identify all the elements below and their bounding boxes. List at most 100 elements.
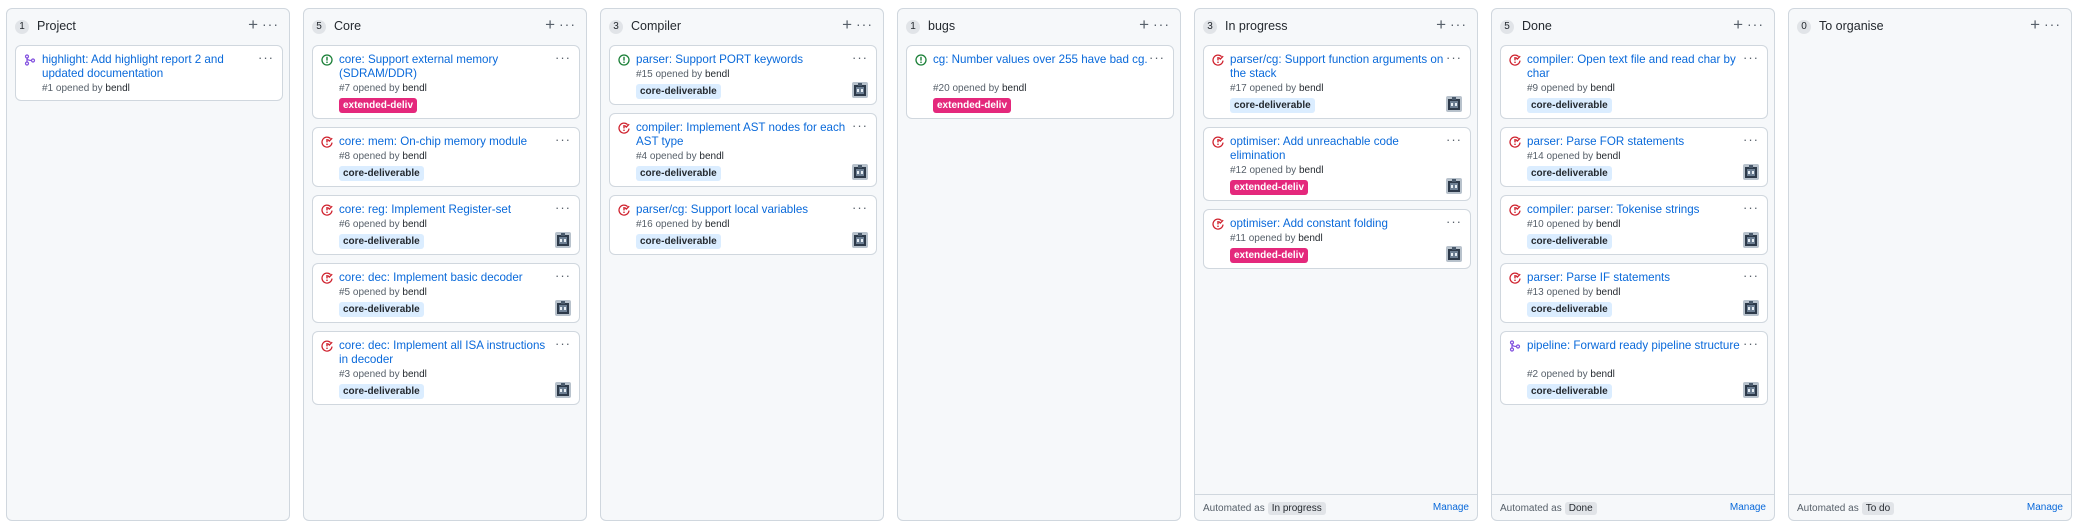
card-menu-icon[interactable]: ···: [555, 132, 571, 147]
assignee-avatar[interactable]: [1743, 164, 1759, 180]
issue-author[interactable]: bendl: [1299, 165, 1323, 176]
assignee-avatar[interactable]: [555, 232, 571, 248]
issue-title-link[interactable]: compiler: parser: Tokenise strings: [1527, 203, 1745, 217]
manage-automation-link[interactable]: Manage: [2027, 502, 2063, 513]
issue-card[interactable]: compiler: parser: Tokenise strings ··· #10…: [1500, 195, 1768, 255]
card-menu-icon[interactable]: ···: [1446, 132, 1462, 147]
label-core-deliverable[interactable]: core-deliverable: [1527, 98, 1612, 113]
label-core-deliverable[interactable]: core-deliverable: [1527, 302, 1612, 317]
add-card-icon[interactable]: +: [1436, 15, 1446, 35]
assignee-avatar[interactable]: [555, 382, 571, 398]
label-core-deliverable[interactable]: core-deliverable: [339, 384, 424, 399]
issue-card[interactable]: core: Support external memory (SDRAM/DDR…: [312, 45, 580, 119]
add-card-icon[interactable]: +: [248, 15, 258, 35]
card-menu-icon[interactable]: ···: [555, 336, 571, 351]
issue-author[interactable]: bendl: [1298, 233, 1322, 244]
issue-author[interactable]: bendl: [402, 369, 426, 380]
issue-card[interactable]: parser: Support PORT keywords ··· #15 open…: [609, 45, 877, 105]
label-core-deliverable[interactable]: core-deliverable: [1527, 234, 1612, 249]
card-menu-icon[interactable]: ···: [555, 268, 571, 283]
issue-card[interactable]: cg: Number values over 255 have bad cg. ·…: [906, 45, 1174, 119]
issue-title-link[interactable]: parser/cg: Support local variables: [636, 203, 854, 217]
issue-author[interactable]: bendl: [705, 69, 729, 80]
issue-card[interactable]: core: dec: Implement basic decoder ··· #5 …: [312, 263, 580, 323]
manage-automation-link[interactable]: Manage: [1433, 502, 1469, 513]
add-card-icon[interactable]: +: [1733, 15, 1743, 35]
issue-author[interactable]: bendl: [105, 83, 129, 94]
issue-title-link[interactable]: parser: Parse FOR statements: [1527, 135, 1745, 149]
card-menu-icon[interactable]: ···: [1743, 50, 1759, 65]
card-menu-icon[interactable]: ···: [1743, 336, 1759, 351]
issue-title-link[interactable]: core: Support external memory (SDRAM/DDR…: [339, 53, 557, 81]
issue-author[interactable]: bendl: [705, 219, 729, 230]
issue-card[interactable]: parser/cg: Support function arguments on…: [1203, 45, 1471, 119]
card-menu-icon[interactable]: ···: [555, 50, 571, 65]
issue-title-link[interactable]: parser/cg: Support function arguments on…: [1230, 53, 1448, 81]
issue-title-link[interactable]: cg: Number values over 255 have bad cg.: [933, 53, 1151, 67]
issue-author[interactable]: bendl: [699, 151, 723, 162]
assignee-avatar[interactable]: [555, 300, 571, 316]
issue-card[interactable]: parser: Parse IF statements ··· #13 opened…: [1500, 263, 1768, 323]
issue-card[interactable]: parser: Parse FOR statements ··· #14 opene…: [1500, 127, 1768, 187]
issue-card[interactable]: optimiser: Add unreachable code eliminat…: [1203, 127, 1471, 201]
assignee-avatar[interactable]: [1446, 178, 1462, 194]
assignee-avatar[interactable]: [1743, 382, 1759, 398]
label-core-deliverable[interactable]: core-deliverable: [1527, 384, 1612, 399]
label-core-deliverable[interactable]: core-deliverable: [339, 166, 424, 181]
issue-title-link[interactable]: optimiser: Add constant folding: [1230, 217, 1448, 231]
card-menu-icon[interactable]: ···: [1743, 268, 1759, 283]
issue-author[interactable]: bendl: [1596, 287, 1620, 298]
assignee-avatar[interactable]: [1446, 246, 1462, 262]
issue-card[interactable]: pipeline: Forward ready pipeline structu…: [1500, 331, 1768, 405]
label-core-deliverable[interactable]: core-deliverable: [636, 166, 721, 181]
label-extended-deliv[interactable]: extended-deliv: [933, 98, 1012, 113]
issue-author[interactable]: bendl: [1596, 151, 1620, 162]
issue-card[interactable]: core: dec: Implement all ISA instruction…: [312, 331, 580, 405]
issue-author[interactable]: bendl: [402, 287, 426, 298]
column-menu-icon[interactable]: ···: [262, 16, 279, 32]
issue-card[interactable]: core: reg: Implement Register-set ··· #6 o…: [312, 195, 580, 255]
card-menu-icon[interactable]: ···: [555, 200, 571, 215]
assignee-avatar[interactable]: [852, 82, 868, 98]
issue-author[interactable]: bendl: [1596, 219, 1620, 230]
issue-card[interactable]: highlight: Add highlight report 2 and up…: [15, 45, 283, 101]
assignee-avatar[interactable]: [1743, 300, 1759, 316]
issue-title-link[interactable]: highlight: Add highlight report 2 and up…: [42, 53, 260, 81]
assignee-avatar[interactable]: [1446, 96, 1462, 112]
issue-title-link[interactable]: pipeline: Forward ready pipeline structu…: [1527, 339, 1745, 353]
label-core-deliverable[interactable]: core-deliverable: [1230, 98, 1315, 113]
issue-title-link[interactable]: core: dec: Implement all ISA instruction…: [339, 339, 557, 367]
issue-author[interactable]: bendl: [402, 83, 426, 94]
label-core-deliverable[interactable]: core-deliverable: [1527, 166, 1612, 181]
issue-title-link[interactable]: compiler: Implement AST nodes for each A…: [636, 121, 854, 149]
issue-title-link[interactable]: parser: Support PORT keywords: [636, 53, 854, 67]
column-menu-icon[interactable]: ···: [1450, 16, 1467, 32]
issue-card[interactable]: compiler: Open text file and read char b…: [1500, 45, 1768, 119]
column-menu-icon[interactable]: ···: [856, 16, 873, 32]
issue-author[interactable]: bendl: [1002, 83, 1026, 94]
label-core-deliverable[interactable]: core-deliverable: [636, 234, 721, 249]
issue-title-link[interactable]: core: reg: Implement Register-set: [339, 203, 557, 217]
issue-author[interactable]: bendl: [1299, 83, 1323, 94]
card-menu-icon[interactable]: ···: [1743, 132, 1759, 147]
issue-title-link[interactable]: compiler: Open text file and read char b…: [1527, 53, 1745, 81]
issue-card[interactable]: core: mem: On-chip memory module ··· #8 op…: [312, 127, 580, 187]
card-menu-icon[interactable]: ···: [852, 200, 868, 215]
label-core-deliverable[interactable]: core-deliverable: [339, 302, 424, 317]
issue-card[interactable]: compiler: Implement AST nodes for each A…: [609, 113, 877, 187]
issue-title-link[interactable]: optimiser: Add unreachable code eliminat…: [1230, 135, 1448, 163]
column-menu-icon[interactable]: ···: [559, 16, 576, 32]
card-menu-icon[interactable]: ···: [852, 118, 868, 133]
issue-title-link[interactable]: parser: Parse IF statements: [1527, 271, 1745, 285]
add-card-icon[interactable]: +: [842, 15, 852, 35]
add-card-icon[interactable]: +: [1139, 15, 1149, 35]
issue-title-link[interactable]: core: dec: Implement basic decoder: [339, 271, 557, 285]
issue-author[interactable]: bendl: [1590, 369, 1614, 380]
issue-author[interactable]: bendl: [1590, 83, 1614, 94]
column-menu-icon[interactable]: ···: [1747, 16, 1764, 32]
column-menu-icon[interactable]: ···: [2044, 16, 2061, 32]
card-menu-icon[interactable]: ···: [852, 50, 868, 65]
label-core-deliverable[interactable]: core-deliverable: [636, 84, 721, 99]
add-card-icon[interactable]: +: [545, 15, 555, 35]
column-menu-icon[interactable]: ···: [1153, 16, 1170, 32]
